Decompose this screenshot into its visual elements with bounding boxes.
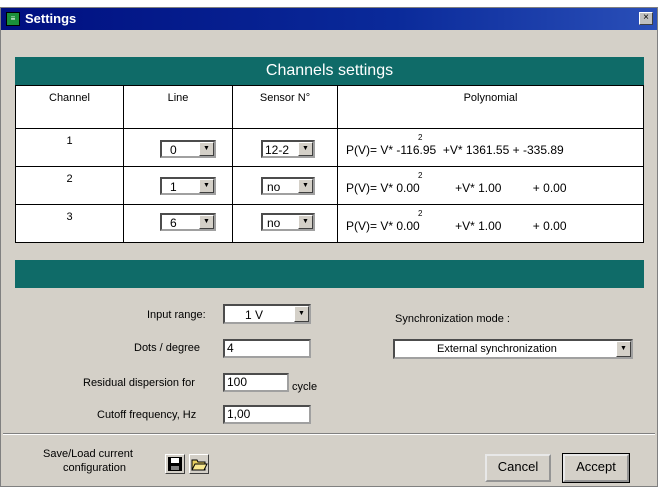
exponent: 2	[418, 133, 423, 142]
cutoff-frequency-label: Cutoff frequency, Hz	[97, 409, 197, 421]
polynomial-expression: P(V)= V* 0.00 +V* 1.00 + 0.00	[346, 219, 567, 233]
cancel-button[interactable]: Cancel	[485, 454, 551, 482]
chevron-down-icon[interactable]: ▼	[298, 215, 313, 229]
app-icon: ≡	[6, 12, 20, 26]
close-button[interactable]: ×	[639, 12, 653, 25]
column-header-channel: Channel	[15, 85, 124, 129]
polynomial-cell: 2 P(V)= V* 0.00 +V* 1.00 + 0.00	[337, 204, 644, 243]
cutoff-frequency-input[interactable]: 1,00	[223, 405, 311, 424]
line-select[interactable]: 0 ▼	[160, 140, 216, 158]
load-config-button[interactable]	[189, 454, 209, 474]
settings-window: ≡ Settings × Channels settings Channel L…	[0, 7, 658, 487]
chevron-down-icon[interactable]: ▼	[298, 179, 313, 193]
save-load-label-line2: configuration	[63, 462, 126, 474]
sensor-value: 12-2	[265, 143, 290, 157]
residual-dispersion-label: Residual dispersion for	[83, 377, 195, 389]
chevron-down-icon[interactable]: ▼	[294, 306, 309, 322]
input-range-value: 1 V	[245, 308, 264, 322]
residual-dispersion-input[interactable]: 100	[223, 373, 289, 392]
polynomial-cell: 2 P(V)= V* 0.00 +V* 1.00 + 0.00	[337, 166, 644, 205]
open-folder-icon	[191, 459, 208, 471]
input-range-select[interactable]: 1 V ▼	[223, 304, 311, 324]
table-header-row: Channel Line Sensor N° Polynomial	[15, 85, 644, 129]
polynomial-expression: P(V)= V* 0.00 +V* 1.00 + 0.00	[346, 181, 567, 195]
residual-unit-label: cycle	[292, 381, 318, 393]
column-header-sensor: Sensor N°	[232, 85, 338, 129]
sync-mode-select[interactable]: External synchronization ▼	[393, 339, 633, 359]
input-range-label: Input range:	[147, 309, 206, 321]
column-header-line: Line	[123, 85, 233, 129]
dots-per-degree-input[interactable]: 4	[223, 339, 311, 358]
sensor-select[interactable]: 12-2 ▼	[261, 140, 315, 158]
polynomial-expression: P(V)= V* -116.95 +V* 1361.55 + -335.89	[346, 143, 564, 157]
sensor-value: no	[267, 180, 281, 194]
table-row: 3 6 ▼ no ▼ 2 P(V)= V* 0.00 +V* 1.00 + 0.…	[15, 204, 644, 243]
exponent: 2	[418, 209, 423, 218]
chevron-down-icon[interactable]: ▼	[199, 142, 214, 156]
chevron-down-icon[interactable]: ▼	[199, 215, 214, 229]
line-value: 6	[170, 216, 177, 230]
table-row: 2 1 ▼ no ▼ 2 P(V)= V* 0.00 +V* 1.00 + 0.…	[15, 166, 644, 205]
save-config-button[interactable]	[165, 454, 185, 474]
chevron-down-icon[interactable]: ▼	[199, 179, 214, 193]
accept-button[interactable]: Accept	[562, 453, 630, 483]
exponent: 2	[418, 171, 423, 180]
sync-mode-value: External synchronization	[437, 343, 557, 355]
channels-settings-header: Channels settings	[15, 57, 644, 85]
title-bar[interactable]: ≡ Settings ×	[1, 8, 657, 30]
window-title: Settings	[25, 11, 77, 26]
parameters-banner	[15, 260, 644, 288]
chevron-down-icon[interactable]: ▼	[616, 341, 631, 357]
divider	[3, 433, 655, 435]
channel-number: 2	[15, 166, 124, 205]
dots-per-degree-label: Dots / degree	[134, 342, 201, 354]
line-value: 1	[170, 180, 177, 194]
sync-mode-label: Synchronization mode :	[395, 313, 510, 325]
line-select[interactable]: 1 ▼	[160, 177, 216, 195]
sensor-select[interactable]: no ▼	[261, 213, 315, 231]
channel-number: 3	[15, 204, 124, 243]
column-header-polynomial: Polynomial	[337, 85, 644, 129]
save-load-label-line1: Save/Load current	[43, 448, 133, 460]
table-row: 1 0 ▼ 12-2 ▼ 2 P(V)= V* -116.95 +V* 1361…	[15, 128, 644, 167]
line-select[interactable]: 6 ▼	[160, 213, 216, 231]
sensor-select[interactable]: no ▼	[261, 177, 315, 195]
chevron-down-icon[interactable]: ▼	[298, 142, 313, 156]
sensor-value: no	[267, 216, 281, 230]
channel-number: 1	[15, 128, 124, 167]
channels-table: Channel Line Sensor N° Polynomial 1 0 ▼ …	[15, 85, 644, 243]
floppy-disk-icon	[168, 457, 182, 471]
line-value: 0	[170, 143, 177, 157]
polynomial-cell: 2 P(V)= V* -116.95 +V* 1361.55 + -335.89	[337, 128, 644, 167]
